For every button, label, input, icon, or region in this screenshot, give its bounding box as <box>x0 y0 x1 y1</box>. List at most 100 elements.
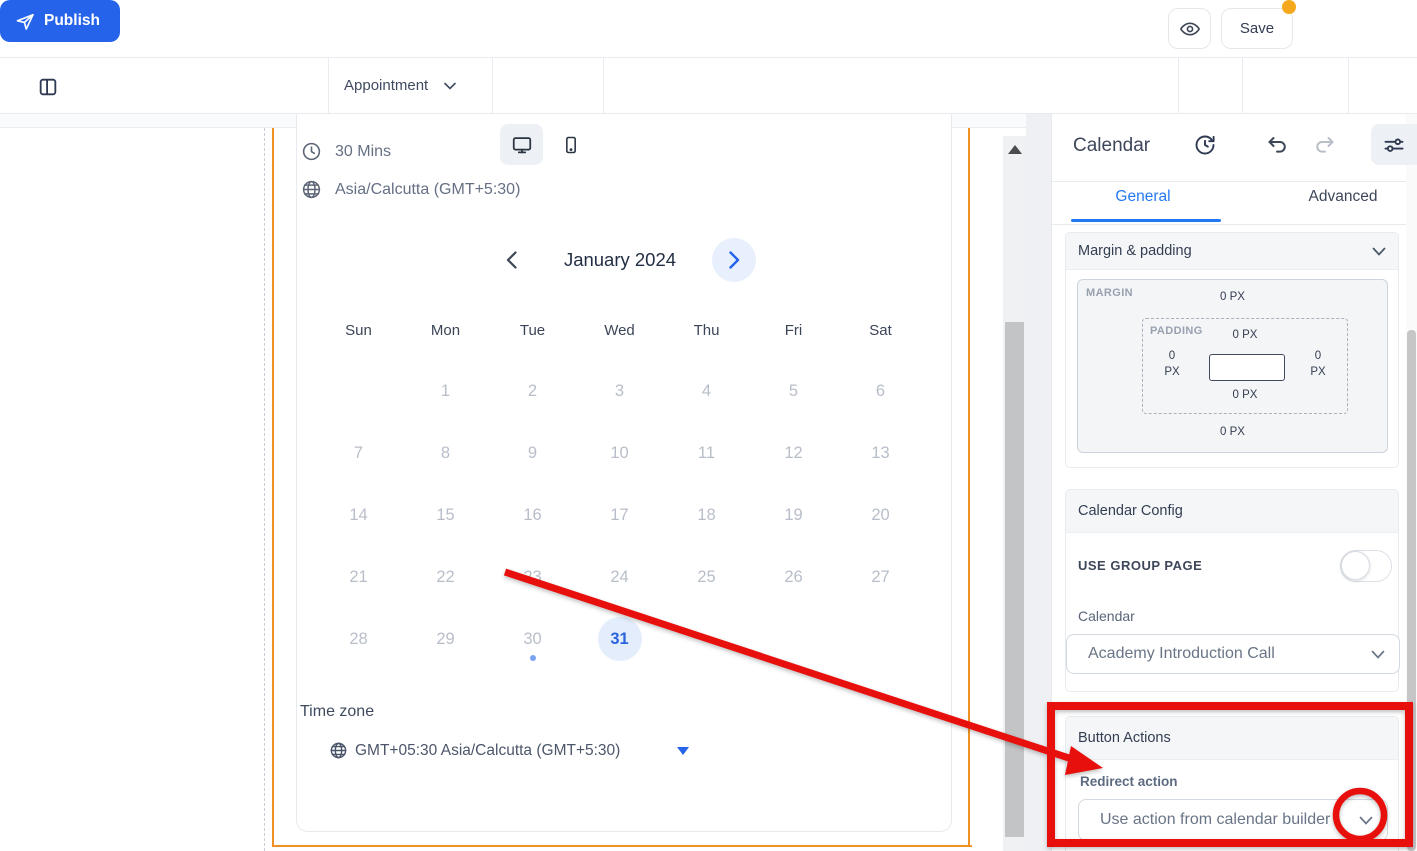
padding-top-value[interactable]: 0 PX <box>1143 329 1347 341</box>
calendar-date[interactable]: 25 <box>663 546 750 608</box>
date-number: 7 <box>337 431 381 475</box>
weekday-header-row: SunMonTueWedThuFriSat <box>315 315 924 345</box>
date-number: 4 <box>685 369 729 413</box>
calendar-date[interactable]: 7 <box>315 422 402 484</box>
eye-icon <box>1179 18 1201 40</box>
toolbar-divider <box>1242 58 1243 114</box>
calendar-date[interactable]: 23 <box>489 546 576 608</box>
version-history-button[interactable] <box>1192 132 1218 158</box>
settings-panel: Calendar General Advanced Margin & paddi… <box>1051 114 1417 851</box>
scroll-up-arrow-icon <box>1008 145 1022 154</box>
date-number: 12 <box>772 431 816 475</box>
calendar-date[interactable]: 19 <box>750 484 837 546</box>
calendar-date[interactable]: 24 <box>576 546 663 608</box>
previous-month-button[interactable] <box>499 250 523 270</box>
panel-scrollbar-thumb[interactable] <box>1407 330 1416 851</box>
panel-title: Calendar <box>1073 135 1150 157</box>
selected-element-outline-bottom <box>272 845 972 847</box>
calendar-date[interactable]: 8 <box>402 422 489 484</box>
date-number: 24 <box>598 555 642 599</box>
save-button[interactable]: Save <box>1221 8 1293 49</box>
date-number: 19 <box>772 493 816 537</box>
toolbar-divider <box>328 58 329 114</box>
timezone-selector[interactable]: GMT+05:30 Asia/Calcutta (GMT+5:30) <box>329 741 689 760</box>
calendar-date[interactable]: 28 <box>315 608 402 670</box>
calendar-date[interactable]: 3 <box>576 360 663 422</box>
date-number: 2 <box>511 369 555 413</box>
margin-padding-header-label: Margin & padding <box>1078 243 1192 259</box>
desktop-view-button[interactable] <box>500 124 543 165</box>
calendar-date[interactable]: 6 <box>837 360 924 422</box>
calendar-date[interactable]: 30 <box>489 608 576 670</box>
calendar-date[interactable]: 4 <box>663 360 750 422</box>
date-number: 27 <box>859 555 903 599</box>
canvas-scrollbar-up-button[interactable] <box>1003 138 1026 160</box>
date-number: 14 <box>337 493 381 537</box>
calendar-select[interactable]: Academy Introduction Call <box>1066 634 1400 674</box>
calendar-date[interactable]: 2 <box>489 360 576 422</box>
dropdown-caret-icon <box>677 747 689 755</box>
canvas-scrollbar-thumb[interactable] <box>1005 322 1024 837</box>
empty-date-cell <box>663 608 750 670</box>
date-number: 1 <box>424 369 468 413</box>
calendar-date[interactable]: 16 <box>489 484 576 546</box>
weekday-label: Fri <box>750 315 837 345</box>
publish-button-label: Publish <box>44 12 100 30</box>
meeting-timezone-text: Asia/Calcutta (GMT+5:30) <box>335 181 520 199</box>
calendar-date[interactable]: 20 <box>837 484 924 546</box>
padding-right-unit: PX <box>1305 366 1331 378</box>
tab-general[interactable]: General <box>1063 188 1223 206</box>
publish-button[interactable]: Publish <box>0 0 120 42</box>
calendar-date[interactable]: 14 <box>315 484 402 546</box>
sidebar-toggle-button[interactable] <box>36 75 60 99</box>
use-group-page-toggle[interactable] <box>1340 550 1392 582</box>
calendar-date[interactable]: 22 <box>402 546 489 608</box>
calendar-date[interactable]: 21 <box>315 546 402 608</box>
redirect-action-label: Redirect action <box>1080 774 1178 789</box>
date-number <box>685 617 729 661</box>
calendar-date[interactable]: 13 <box>837 422 924 484</box>
margin-top-value[interactable]: 0 PX <box>1078 291 1387 303</box>
calendar-config-section: Calendar Config USE GROUP PAGE Calendar … <box>1065 489 1399 692</box>
calendar-date[interactable]: 12 <box>750 422 837 484</box>
element-content-box[interactable] <box>1209 354 1285 381</box>
calendar-field-label: Calendar <box>1078 608 1135 624</box>
padding-bottom-value[interactable]: 0 PX <box>1143 389 1347 401</box>
column-guide-line <box>264 128 265 851</box>
date-number: 22 <box>424 555 468 599</box>
calendar-date[interactable]: 26 <box>750 546 837 608</box>
calendar-date[interactable]: 18 <box>663 484 750 546</box>
undo-button[interactable] <box>1264 132 1290 158</box>
meeting-duration-text: 30 Mins <box>335 143 391 161</box>
calendar-date[interactable]: 15 <box>402 484 489 546</box>
redirect-action-select[interactable]: Use action from calendar builder <box>1078 799 1388 841</box>
globe-icon <box>301 179 322 200</box>
button-actions-section: Button Actions Redirect action Use actio… <box>1065 716 1399 851</box>
next-month-button[interactable] <box>712 238 756 282</box>
calendar-date[interactable]: 11 <box>663 422 750 484</box>
padding-right-value[interactable]: 0 <box>1305 350 1331 362</box>
calendar-date[interactable]: 27 <box>837 546 924 608</box>
padding-left-unit: PX <box>1159 366 1185 378</box>
margin-padding-section-header[interactable]: Margin & padding <box>1066 233 1398 270</box>
redo-button[interactable] <box>1312 132 1338 158</box>
margin-bottom-value[interactable]: 0 PX <box>1078 426 1387 438</box>
page-selector-dropdown[interactable]: Appointment <box>344 77 456 94</box>
meeting-duration-row: 30 Mins <box>301 141 391 162</box>
chevron-right-icon <box>729 251 740 269</box>
date-number <box>337 369 381 413</box>
settings-panel-button[interactable] <box>1371 124 1417 165</box>
margin-padding-section: Margin & padding MARGIN 0 PX PADDING 0 P… <box>1065 232 1399 468</box>
calendar-date[interactable]: 31 <box>576 608 663 670</box>
calendar-date[interactable]: 9 <box>489 422 576 484</box>
calendar-date[interactable]: 17 <box>576 484 663 546</box>
calendar-date[interactable]: 5 <box>750 360 837 422</box>
preview-button[interactable] <box>1168 8 1211 49</box>
mobile-view-button[interactable] <box>552 124 590 165</box>
calendar-date[interactable]: 10 <box>576 422 663 484</box>
send-icon <box>15 11 35 31</box>
calendar-date[interactable]: 29 <box>402 608 489 670</box>
calendar-date[interactable]: 1 <box>402 360 489 422</box>
padding-left-value[interactable]: 0 <box>1159 350 1185 362</box>
tab-advanced[interactable]: Advanced <box>1263 188 1417 206</box>
